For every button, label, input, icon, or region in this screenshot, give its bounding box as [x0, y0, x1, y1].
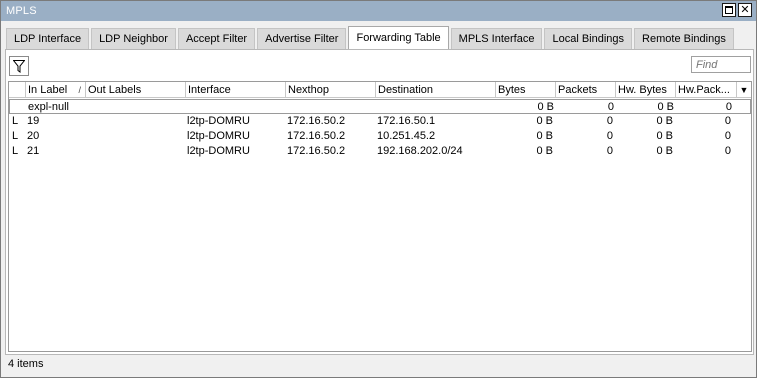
- header-in-label[interactable]: In Label /: [25, 82, 85, 98]
- header-destination[interactable]: Destination: [375, 82, 495, 98]
- row-destination: 172.16.50.1: [377, 115, 436, 127]
- table-row[interactable]: L 21 l2tp-DOMRU 172.16.50.2 192.168.202.…: [9, 144, 751, 159]
- table-body: expl-null 0 B 0 0 B 0 L 19 l2tp-DOMRU 17…: [9, 99, 751, 159]
- mpls-window: MPLS ✕ LDP Interface LDP Neighbor Accept…: [0, 0, 757, 378]
- row-nexthop: 172.16.50.2: [287, 130, 346, 142]
- row-hw-bytes: 0 B: [656, 115, 673, 127]
- header-out-labels[interactable]: Out Labels: [85, 82, 185, 98]
- tab-forwarding-table[interactable]: Forwarding Table: [348, 26, 449, 49]
- row-flag: L: [12, 115, 19, 127]
- filter-icon: [13, 59, 25, 73]
- row-in-label: expl-null: [28, 101, 69, 113]
- header-packets[interactable]: Packets: [555, 82, 615, 98]
- header-hw-bytes[interactable]: Hw. Bytes: [615, 82, 675, 98]
- header-bytes[interactable]: Bytes: [495, 82, 555, 98]
- column-menu-button[interactable]: ▼: [736, 82, 751, 98]
- row-interface: l2tp-DOMRU: [187, 145, 250, 157]
- row-nexthop: 172.16.50.2: [287, 145, 346, 157]
- sort-indicator-icon: /: [78, 85, 81, 95]
- row-packets: 0: [606, 115, 613, 127]
- header-flag: [9, 82, 25, 98]
- tab-ldp-interface[interactable]: LDP Interface: [6, 28, 90, 49]
- row-bytes: 0 B: [536, 130, 553, 142]
- tab-remote-bindings[interactable]: Remote Bindings: [634, 28, 734, 49]
- header-nexthop[interactable]: Nexthop: [285, 82, 375, 98]
- table-header: In Label / Out Labels Interface Nexthop …: [9, 82, 751, 98]
- row-in-label: 21: [27, 145, 40, 157]
- row-packets: 0: [606, 130, 613, 142]
- close-button[interactable]: ✕: [738, 3, 752, 17]
- row-bytes: 0 B: [536, 115, 553, 127]
- tab-mpls-interface[interactable]: MPLS Interface: [450, 28, 543, 49]
- tab-ldp-neighbor[interactable]: LDP Neighbor: [91, 28, 176, 49]
- row-hw-packets: 0: [725, 101, 732, 113]
- status-bar: 4 items: [5, 354, 754, 373]
- table-row[interactable]: expl-null 0 B 0 0 B 0: [9, 99, 751, 114]
- row-bytes: 0 B: [536, 145, 553, 157]
- tab-local-bindings[interactable]: Local Bindings: [544, 28, 633, 49]
- table-row[interactable]: L 20 l2tp-DOMRU 172.16.50.2 10.251.45.2 …: [9, 129, 751, 144]
- title-bar[interactable]: MPLS ✕: [1, 1, 756, 21]
- row-in-label: 20: [27, 130, 40, 142]
- row-hw-bytes: 0 B: [657, 101, 674, 113]
- tab-advertise-filter[interactable]: Advertise Filter: [257, 28, 347, 49]
- maximize-button[interactable]: [722, 3, 736, 17]
- tab-bar: LDP Interface LDP Neighbor Accept Filter…: [6, 26, 736, 49]
- header-hw-packets[interactable]: Hw.Pack...: [675, 82, 736, 98]
- row-flag: L: [12, 145, 19, 157]
- filter-button[interactable]: [9, 56, 29, 76]
- row-bytes: 0 B: [537, 101, 554, 113]
- tab-accept-filter[interactable]: Accept Filter: [177, 28, 256, 49]
- table-row[interactable]: L 19 l2tp-DOMRU 172.16.50.2 172.16.50.1 …: [9, 114, 751, 129]
- row-flag: L: [12, 130, 19, 142]
- row-nexthop: 172.16.50.2: [287, 115, 346, 127]
- close-icon: ✕: [740, 3, 750, 16]
- item-count: 4 items: [8, 358, 44, 370]
- forwarding-table: In Label / Out Labels Interface Nexthop …: [8, 81, 752, 352]
- row-hw-packets: 0: [724, 115, 731, 127]
- forwarding-table-panel: In Label / Out Labels Interface Nexthop …: [5, 49, 754, 373]
- row-packets: 0: [606, 145, 613, 157]
- row-interface: l2tp-DOMRU: [187, 115, 250, 127]
- row-hw-packets: 0: [724, 130, 731, 142]
- row-interface: l2tp-DOMRU: [187, 130, 250, 142]
- row-destination: 192.168.202.0/24: [377, 145, 463, 157]
- row-in-label: 19: [27, 115, 40, 127]
- window-title: MPLS: [6, 5, 37, 17]
- chevron-down-icon: ▼: [739, 85, 749, 95]
- maximize-icon: [725, 6, 733, 14]
- header-in-label-text: In Label: [28, 84, 68, 96]
- find-input[interactable]: [691, 56, 751, 73]
- row-hw-bytes: 0 B: [656, 130, 673, 142]
- row-packets: 0: [607, 101, 614, 113]
- row-destination: 10.251.45.2: [377, 130, 436, 142]
- header-interface[interactable]: Interface: [185, 82, 285, 98]
- row-hw-packets: 0: [724, 145, 731, 157]
- row-hw-bytes: 0 B: [656, 145, 673, 157]
